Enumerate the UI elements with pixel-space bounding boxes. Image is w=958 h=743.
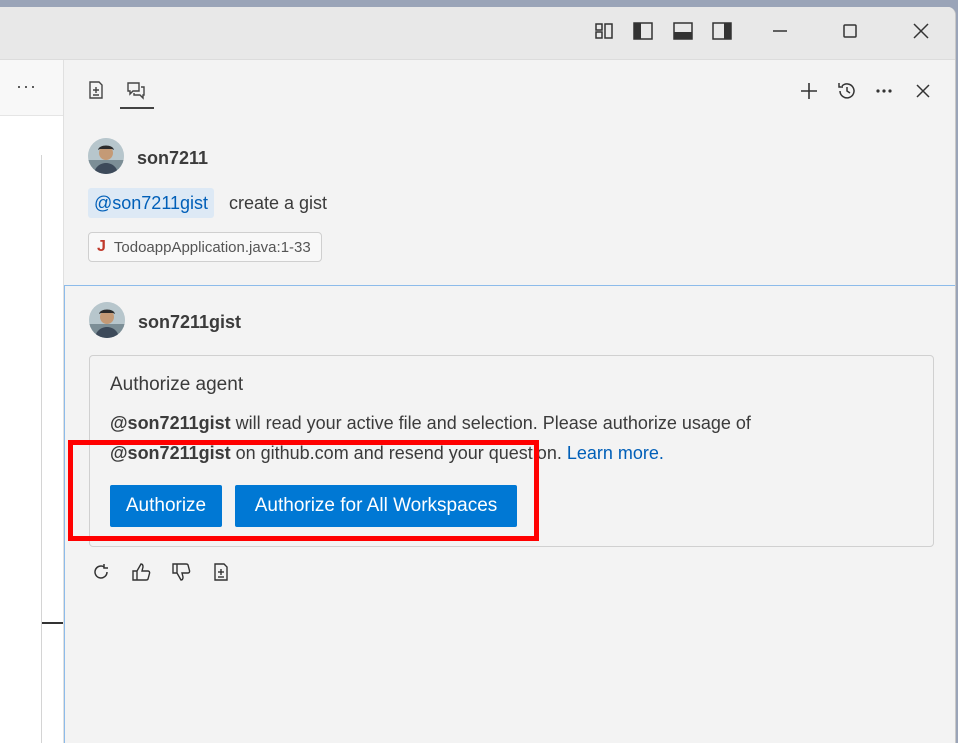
editor-ruler: [41, 155, 42, 743]
history-icon[interactable]: [835, 79, 859, 103]
close-icon[interactable]: [911, 79, 935, 103]
authorize-all-workspaces-button[interactable]: Authorize for All Workspaces: [235, 485, 517, 527]
authorize-description: @son7211gist will read your active file …: [110, 408, 910, 468]
agent-name-bold: @son7211gist: [110, 413, 231, 433]
response-actions: [89, 560, 233, 584]
file-reference-name: TodoappApplication.java:1-33: [113, 238, 311, 256]
agent-avatar: [89, 302, 125, 338]
toggle-secondary-sidebar-icon[interactable]: [710, 19, 734, 43]
chat-icon[interactable]: [124, 78, 148, 102]
authorize-title: Authorize agent: [110, 374, 244, 395]
agent-name-bold-2: @son7211gist: [110, 443, 231, 463]
add-icon[interactable]: [797, 79, 821, 103]
file-reference-chip[interactable]: J TodoappApplication.java:1-33: [88, 232, 322, 262]
toggle-panel-icon[interactable]: [671, 19, 695, 43]
avatar: [88, 138, 124, 174]
title-bar: [0, 7, 955, 60]
active-tab-indicator: [120, 107, 154, 109]
chat-panel: son7211 @son7211gist create a gist J Tod…: [63, 60, 955, 743]
thumbs-up-icon[interactable]: [129, 560, 153, 584]
authorize-text-1: will read your active file and selection…: [230, 413, 751, 433]
minimize-icon[interactable]: [768, 19, 792, 43]
agent-mention[interactable]: @son7211gist: [88, 188, 215, 218]
agent-response: son7211gist Authorize agent @son7211gist…: [64, 285, 955, 743]
new-note-icon[interactable]: [84, 78, 108, 102]
agent-name: son7211gist: [138, 312, 242, 332]
vscode-window: ··· son7211 @son7211gist create a gist J…: [0, 7, 956, 743]
authorize-agent-card: Authorize agent @son7211gist will read y…: [89, 355, 934, 547]
authorize-text-2: on github.com and resend your question.: [230, 443, 562, 463]
learn-more-link[interactable]: Learn more.: [567, 443, 664, 463]
retry-icon[interactable]: [89, 560, 113, 584]
maximize-icon[interactable]: [838, 19, 862, 43]
prompt-text: create a gist: [229, 193, 328, 213]
editor-area: ···: [0, 60, 63, 743]
authorize-button[interactable]: Authorize: [110, 485, 222, 527]
user-name: son7211: [137, 148, 209, 168]
editor-line-marker: [42, 622, 63, 624]
editor-pane[interactable]: [0, 115, 63, 743]
insert-icon[interactable]: [209, 560, 233, 584]
layout-customize-icon[interactable]: [592, 19, 616, 43]
more-actions-button[interactable]: ···: [16, 76, 37, 97]
java-file-icon: J: [97, 238, 106, 255]
window-close-icon[interactable]: [909, 19, 933, 43]
thumbs-down-icon[interactable]: [169, 560, 193, 584]
toggle-primary-sidebar-icon[interactable]: [631, 19, 655, 43]
more-icon[interactable]: [872, 79, 896, 103]
